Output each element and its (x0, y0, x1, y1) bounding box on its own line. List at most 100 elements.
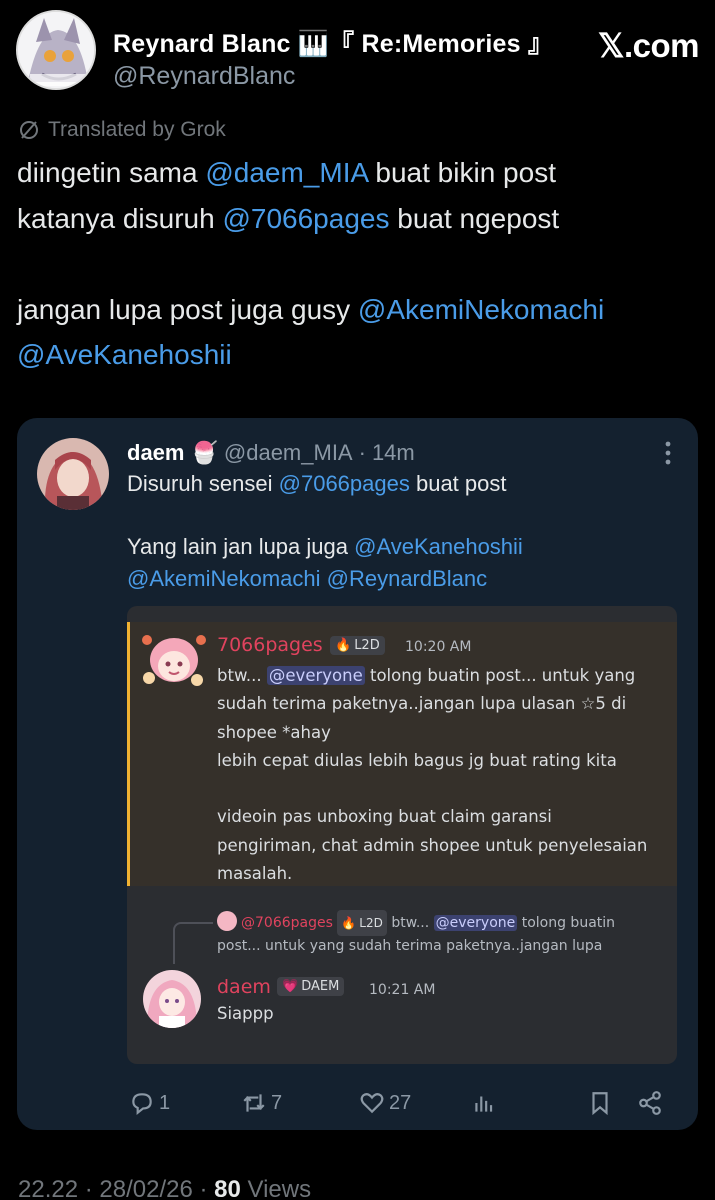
author-handle[interactable]: @ReynardBlanc (113, 62, 295, 91)
translation-label[interactable]: Translated by Grok (18, 116, 226, 144)
text-segment: buat ngepost (389, 202, 560, 234)
share-icon (639, 1091, 661, 1115)
bookmark-button[interactable] (587, 1086, 613, 1120)
reply-button[interactable]: 1 (129, 1086, 170, 1120)
text-segment: pengiriman, chat admin shopee untuk peny… (217, 835, 648, 855)
text-segment: jangan lupa post juga gusy (17, 293, 358, 325)
more-options-icon[interactable] (664, 440, 672, 466)
discord-msg-line: shopee *ahay (217, 719, 647, 747)
role-badge-daem: 💗 DAEM (277, 977, 345, 996)
mention-link[interactable]: @7066pages (279, 471, 410, 496)
text-segment: buat bikin post (367, 157, 556, 188)
mention-link[interactable]: @AkemiNekomachi (127, 566, 321, 591)
quote-separator: · (358, 440, 366, 465)
text-segment: shopee *ahay (217, 722, 331, 742)
translation-text: Translated by Grok (48, 118, 226, 141)
text-segment: lebih cepat diulas lebih bagus jg buat r… (217, 750, 617, 770)
quote-avatar-image (37, 438, 109, 510)
quote-text-line (127, 500, 523, 532)
text-segment: Disuruh sensei (127, 471, 279, 496)
reply-post: tolong buatin (517, 915, 616, 931)
discord-timestamp-1: 10:20 AM (405, 639, 472, 655)
reply-ping: @everyone (433, 915, 518, 931)
reply-badge: 🔥 L2D (337, 910, 387, 936)
author-avatar[interactable] (16, 10, 96, 90)
text-segment: videoin pas unboxing buat claim garansi (217, 807, 552, 827)
views-button[interactable] (471, 1086, 497, 1120)
like-button[interactable]: 27 (359, 1086, 411, 1120)
mention-link[interactable]: @AveKanehoshii (354, 534, 523, 559)
mention-link[interactable]: @AkemiNekomachi (358, 294, 604, 325)
post-header: Reynard Blanc 🎹『 Re:Memories 』 @ReynardB… (16, 10, 700, 94)
like-count: 27 (389, 1091, 412, 1114)
text-segment: tolong buatin post... untuk yang (364, 666, 636, 685)
share-button[interactable] (637, 1086, 663, 1120)
discord-msg-line (217, 775, 647, 803)
quoted-post-card[interactable]: daem 🍧 @daem_MIA · 14m Disuruh sensei @7… (17, 418, 698, 1130)
post-date: 28/02/26 (99, 1176, 193, 1200)
reply-username: @7066pages (241, 915, 333, 931)
views-count: 80 (214, 1176, 241, 1200)
flame-icon: 🔥 (335, 638, 352, 653)
quote-author-emoji: 🍧 (190, 440, 218, 465)
repost-count: 7 (271, 1091, 283, 1114)
discord-timestamp-2: 10:21 AM (369, 982, 436, 998)
discord-screenshot[interactable]: 7066pages 🔥 L2D 10:20 AM btw... @everyone… (127, 606, 677, 1064)
role-badge-l2d: 🔥 L2D (330, 636, 385, 655)
discord-msg-line: videoin pas unboxing buat claim garansi (217, 803, 647, 831)
x-logo: 𝕏.com (597, 27, 700, 64)
discord-username-2[interactable]: daem (217, 976, 271, 998)
quote-text-line: Yang lain jan lupa juga @AveKanehoshii (127, 531, 523, 563)
reply-avatar (217, 911, 237, 931)
text-segment: katanya disuruh (17, 202, 223, 234)
author-name-text: Reynard Blanc (113, 30, 291, 58)
reply-count: 1 (159, 1091, 171, 1114)
reply-connector (173, 922, 213, 964)
discord-message-1: btw... @everyone tolong buatin post... u… (217, 662, 647, 888)
text-segment: diingetin sama (17, 157, 206, 188)
heart-gem-icon: 💗 (282, 979, 299, 994)
post-body: diingetin sama @daem_MIA buat bikin post… (17, 150, 697, 378)
discord-msg-line: sudah terima paketnya..jangan lupa ulasa… (217, 690, 647, 718)
author-avatar-image (18, 12, 94, 88)
mention-link[interactable]: @ReynardBlanc (327, 566, 488, 591)
heart-icon (360, 1093, 384, 1114)
discord-avatar-7066pages (139, 630, 209, 694)
repost-icon (243, 1094, 265, 1112)
mention-link[interactable]: @7066pages (222, 203, 389, 234)
everyone-ping: @everyone (266, 666, 365, 685)
reply-line-1: @7066pages 🔥 L2D btw... @everyone tolong … (217, 910, 667, 936)
text-segment: sudah terima paketnya..jangan lupa ulasa… (217, 694, 627, 714)
quote-text-line: @AkemiNekomachi @ReynardBlanc (127, 563, 523, 595)
quote-author-name[interactable]: daem (127, 440, 184, 466)
analytics-icon (475, 1096, 493, 1112)
quote-timestamp[interactable]: 14m (372, 440, 415, 466)
quote-author-handle[interactable]: @daem_MIA (224, 440, 353, 466)
post-text-line: katanya disuruh @7066pages buat ngepost (17, 196, 697, 242)
badge-label: L2D (354, 638, 380, 653)
text-segment: buat post (409, 471, 507, 496)
mention-link[interactable]: @AveKanehoshii (17, 339, 232, 370)
discord-msg-line: masalah. (217, 860, 647, 888)
post-time: 22.22 (18, 1176, 79, 1200)
views-label: Views (247, 1176, 312, 1200)
post-metadata: 22.22 · 28/02/26 · 80 Views (18, 1176, 311, 1200)
quote-header: daem 🍧 @daem_MIA · 14m (127, 438, 415, 468)
post-text-line (17, 241, 697, 287)
reply-icon (132, 1093, 152, 1116)
author-display-name[interactable]: Reynard Blanc 🎹『 Re:Memories 』 (113, 24, 553, 60)
discord-username-1[interactable]: 7066pages (217, 634, 323, 656)
mention-link[interactable]: @daem_MIA (205, 157, 367, 188)
discord-msg-line: pengiriman, chat admin shopee untuk peny… (217, 832, 647, 860)
reply-pre: btw... (391, 915, 434, 931)
grok-icon (20, 121, 38, 139)
discord-msg-line: lebih cepat diulas lebih bagus jg buat r… (217, 747, 647, 775)
action-bar: 1 7 27 (17, 1086, 698, 1120)
quote-author-avatar[interactable] (37, 438, 109, 510)
bookmark-icon (592, 1092, 608, 1116)
discord-message-2: Siappp (217, 1004, 274, 1023)
repost-button[interactable]: 7 (241, 1086, 282, 1120)
text-segment: btw... (217, 666, 267, 685)
post-text-line: diingetin sama @daem_MIA buat bikin post (17, 150, 697, 196)
discord-reply-preview[interactable]: @7066pages 🔥 L2D btw... @everyone tolong … (217, 910, 667, 958)
